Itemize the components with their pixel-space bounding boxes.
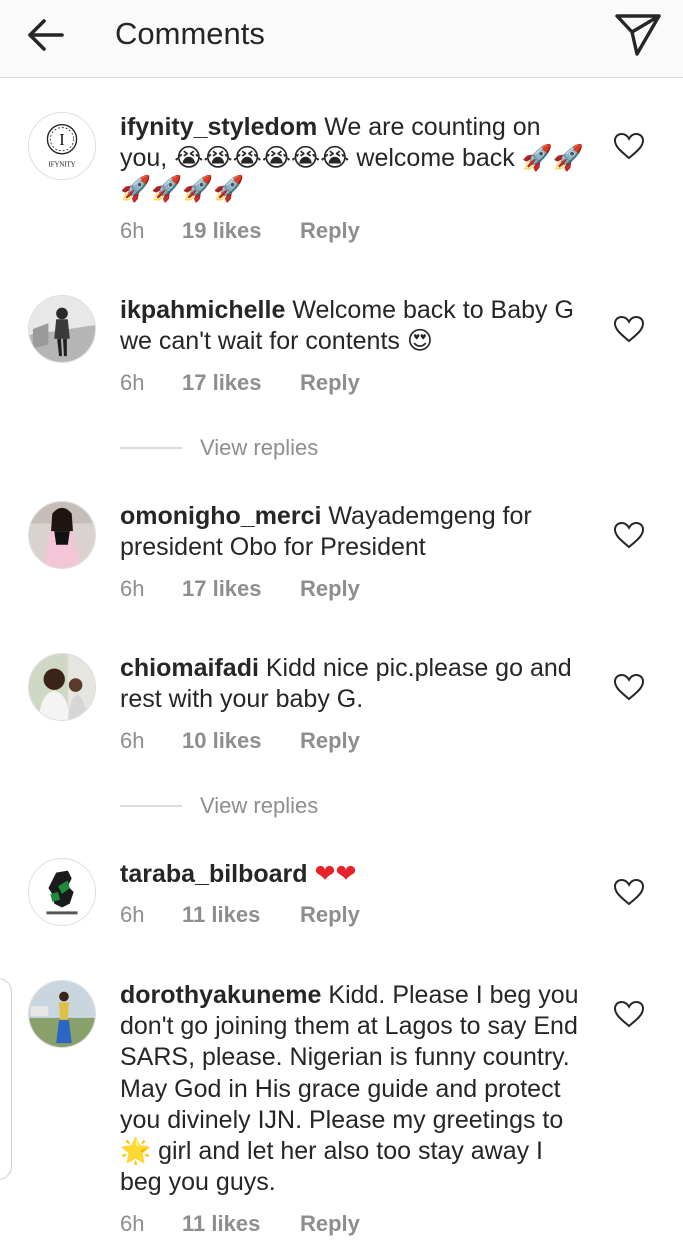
comment-text: ❤❤ — [314, 859, 357, 888]
comment-likes[interactable]: 19 likes — [182, 217, 300, 245]
user-photo-avatar — [29, 502, 95, 568]
page-title: Comments — [115, 16, 265, 51]
avatar[interactable] — [28, 980, 96, 1048]
comment-time: 6h — [120, 576, 145, 601]
heart-outline-icon — [613, 132, 645, 160]
reply-button[interactable]: Reply — [300, 217, 360, 245]
user-photo-avatar — [29, 296, 95, 362]
comment-time: 6h — [120, 728, 145, 753]
taraba-bilboard-logo — [29, 859, 95, 925]
replies-divider — [120, 805, 182, 807]
comment-meta: 6h 11 likes Reply — [120, 901, 360, 929]
back-button[interactable] — [24, 14, 70, 56]
like-button[interactable] — [612, 672, 646, 702]
comment-text: Kidd. Please I beg you don't go joining … — [120, 981, 579, 1197]
ifynity-logo: I IFYNITY — [29, 113, 95, 179]
comment-username[interactable]: chiomaifadi — [120, 654, 259, 682]
comment-meta: 6h 19 likes Reply — [120, 217, 360, 245]
view-replies-link[interactable]: View replies — [200, 434, 318, 462]
comment-likes[interactable]: 10 likes — [182, 727, 300, 755]
like-button[interactable] — [612, 131, 646, 161]
avatar[interactable] — [28, 858, 96, 926]
reply-button[interactable]: Reply — [300, 369, 360, 397]
comment-username[interactable]: omonigho_merci — [120, 502, 321, 530]
like-button[interactable] — [612, 999, 646, 1029]
comment-time: 6h — [120, 1211, 145, 1236]
svg-text:IFYNITY: IFYNITY — [48, 161, 75, 168]
comment-likes[interactable]: 11 likes — [182, 1210, 300, 1238]
comment-meta: 6h 10 likes Reply — [120, 727, 360, 755]
avatar[interactable] — [28, 501, 96, 569]
top-app-bar: Comments — [0, 0, 683, 78]
comment-meta: 6h 11 likes Reply — [120, 1210, 360, 1238]
comment-meta: 6h 17 likes Reply — [120, 369, 360, 397]
reply-button[interactable]: Reply — [300, 1210, 360, 1238]
like-button[interactable] — [612, 520, 646, 550]
heart-outline-icon — [613, 878, 645, 906]
comment-time: 6h — [120, 902, 145, 927]
comment-username[interactable]: ifynity_styledom — [120, 113, 317, 141]
comment-username[interactable]: dorothyakuneme — [120, 981, 321, 1009]
reply-button[interactable]: Reply — [300, 901, 360, 929]
heart-outline-icon — [613, 315, 645, 343]
arrow-left-icon — [28, 19, 64, 51]
svg-text:I: I — [59, 130, 65, 149]
heart-outline-icon — [613, 521, 645, 549]
avatar[interactable]: I IFYNITY — [28, 112, 96, 180]
comment-likes[interactable]: 17 likes — [182, 575, 300, 603]
user-photo-avatar — [29, 654, 95, 720]
like-button[interactable] — [612, 877, 646, 907]
comment-username[interactable]: ikpahmichelle — [120, 296, 285, 324]
avatar[interactable] — [28, 653, 96, 721]
reply-button[interactable]: Reply — [300, 727, 360, 755]
paper-plane-icon — [615, 14, 661, 56]
avatar[interactable] — [28, 295, 96, 363]
like-button[interactable] — [612, 314, 646, 344]
view-replies-link[interactable]: View replies — [200, 792, 318, 820]
heart-outline-icon — [613, 673, 645, 701]
comment-likes[interactable]: 17 likes — [182, 369, 300, 397]
replies-divider — [120, 447, 182, 449]
side-panel-edge — [0, 978, 12, 1180]
heart-outline-icon — [613, 1000, 645, 1028]
comment-meta: 6h 17 likes Reply — [120, 575, 360, 603]
comment-time: 6h — [120, 370, 145, 395]
user-photo-avatar — [29, 981, 95, 1047]
comment-username[interactable]: taraba_bilboard — [120, 860, 308, 888]
comment-time: 6h — [120, 218, 145, 243]
comment-likes[interactable]: 11 likes — [182, 901, 300, 929]
share-button[interactable] — [612, 10, 664, 58]
reply-button[interactable]: Reply — [300, 575, 360, 603]
